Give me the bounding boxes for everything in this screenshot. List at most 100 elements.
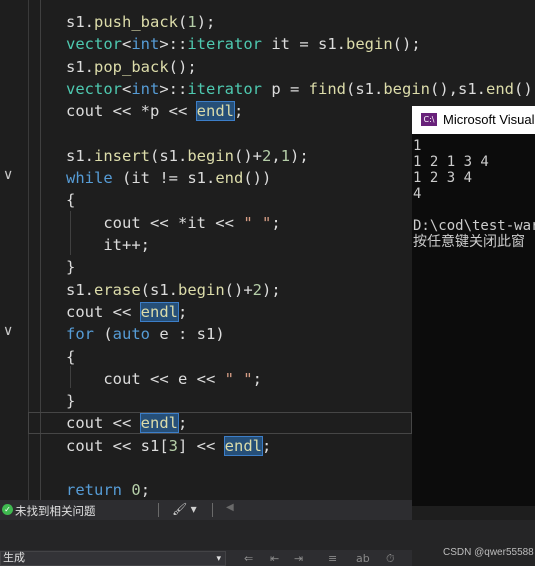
code-token: , <box>271 146 281 165</box>
code-token: end <box>215 169 244 188</box>
code-line[interactable]: s1.erase(s1.begin()+2); <box>66 279 281 301</box>
code-line[interactable]: while (it != s1.end()) <box>66 167 271 189</box>
code-token: 1 <box>280 146 291 165</box>
output-source-label: 生成 <box>3 552 25 564</box>
code-token: cout << s1[ <box>66 436 169 455</box>
code-token: >:: <box>159 35 188 54</box>
code-token: ); <box>290 146 309 165</box>
code-token: return <box>66 481 122 500</box>
code-token: it++; <box>66 236 150 254</box>
code-line[interactable]: return 0; <box>66 479 150 500</box>
code-token: erase <box>94 280 141 299</box>
watermark: CSDN @qwer55588 <box>443 547 534 558</box>
code-line[interactable]: for (auto e : s1) <box>66 323 225 345</box>
fold-toggle-icon[interactable]: ∨ <box>3 167 13 183</box>
code-token: 2 <box>262 146 272 165</box>
code-token: cout << e << <box>66 369 225 388</box>
issues-status[interactable]: 未找到相关问题 <box>15 503 96 519</box>
status-divider <box>212 503 213 517</box>
code-line[interactable]: s1.pop_back(); <box>66 56 197 78</box>
code-token: endl <box>195 101 235 122</box>
code-token: ; <box>262 436 272 455</box>
code-token: ; <box>271 213 281 232</box>
code-line[interactable]: { <box>66 189 75 211</box>
code-token: s1. <box>66 146 94 165</box>
code-token: insert <box>94 146 150 165</box>
code-token: (s1. <box>140 280 178 299</box>
go-to-start-icon[interactable]: ⇤ <box>270 552 279 565</box>
code-token: ( <box>178 13 188 31</box>
code-token: pop_back <box>94 57 169 76</box>
fold-toggle-icon[interactable]: ∨ <box>3 323 13 339</box>
code-token: } <box>66 392 76 411</box>
code-token: end <box>486 79 514 98</box>
code-line[interactable]: } <box>66 256 75 278</box>
brush-icon[interactable]: 🖌 ▾ <box>172 502 197 516</box>
code-token: cout << <box>66 414 141 433</box>
console-title-bar[interactable]: C:\ Microsoft Visual Studio 调试控制台 <box>412 106 535 134</box>
editor-status-bar: ✓ 未找到相关问题 🖌 ▾ ◀ <box>0 500 412 520</box>
code-token: ()+ <box>224 280 253 299</box>
timestamp-icon[interactable]: ⏱ <box>386 552 395 566</box>
code-token: (s1. <box>150 146 188 165</box>
word-wrap-icon[interactable]: ab <box>356 552 370 565</box>
code-line[interactable]: { <box>66 346 75 368</box>
code-token: (),s1. <box>430 79 486 98</box>
code-token: < <box>122 79 132 98</box>
code-token: find <box>308 79 346 98</box>
console-output: 1 1 2 1 3 4 1 2 3 4 4 D:\cod\test-ware 按… <box>413 138 535 250</box>
output-source-select[interactable]: 生成 ▾ <box>0 551 226 566</box>
code-token: s1. <box>66 280 94 299</box>
code-token: iterator <box>187 35 262 54</box>
code-line[interactable]: vector<int>::iterator it = s1.begin(); <box>66 33 421 55</box>
clear-all-icon[interactable]: ≡ <box>328 552 337 565</box>
go-to-end-icon[interactable]: ⇥ <box>294 552 303 565</box>
code-token: ; <box>177 302 188 321</box>
code-line[interactable]: cout << endl; <box>66 301 187 323</box>
code-token: vector <box>66 79 122 98</box>
code-token: " " <box>243 213 272 232</box>
code-token: ); <box>196 13 216 31</box>
code-token: it = s1. <box>262 35 346 54</box>
chevron-down-icon: ▾ <box>216 553 221 563</box>
code-token: 3 <box>168 436 178 455</box>
code-token: endl <box>139 413 179 434</box>
code-token: < <box>122 35 132 54</box>
code-token: begin <box>178 280 225 299</box>
status-divider <box>158 503 159 517</box>
check-circle-icon: ✓ <box>2 504 13 515</box>
code-line[interactable]: cout << s1[3] << endl; <box>66 435 271 457</box>
code-line[interactable]: s1.push_back(1); <box>66 11 215 33</box>
code-token: cout << *it << <box>66 213 244 232</box>
code-line[interactable]: vector<int>::iterator p = find(s1.begin(… <box>66 78 535 100</box>
code-token: ()) <box>243 169 272 188</box>
scroll-left-icon[interactable]: ◀ <box>226 502 234 513</box>
debug-console-window[interactable]: C:\ Microsoft Visual Studio 调试控制台 1 1 2 … <box>412 106 535 506</box>
code-line[interactable]: cout << e << " "; <box>66 368 262 390</box>
code-token: ; <box>233 102 244 121</box>
code-token: (s1. <box>346 79 384 98</box>
code-token: ; <box>177 414 188 433</box>
prev-message-icon[interactable]: ⇐ <box>244 552 253 565</box>
code-token: ; <box>252 369 262 388</box>
code-token: ); <box>262 280 281 299</box>
code-token: ()+ <box>234 146 262 165</box>
code-line[interactable]: it++; <box>66 234 150 256</box>
code-token: s1. <box>66 57 94 76</box>
code-line[interactable]: s1.insert(s1.begin()+2,1); <box>66 145 309 167</box>
code-token: begin <box>187 146 234 165</box>
code-token: cout << <box>66 302 141 321</box>
code-token: auto <box>112 325 150 344</box>
console-title: Microsoft Visual Studio 调试控制台 <box>443 112 535 127</box>
code-token: (it != s1. <box>112 169 216 188</box>
code-line[interactable]: } <box>66 390 75 412</box>
code-token: ( <box>94 325 113 344</box>
code-line[interactable]: cout << *it << " "; <box>66 212 281 234</box>
code-token: 0 <box>131 481 141 500</box>
code-token: endl <box>223 435 264 456</box>
code-line[interactable]: cout << *p << endl; <box>66 100 243 122</box>
code-line[interactable]: cout << endl; <box>66 412 187 434</box>
code-token: { <box>66 347 76 366</box>
code-token: (), <box>514 79 535 98</box>
